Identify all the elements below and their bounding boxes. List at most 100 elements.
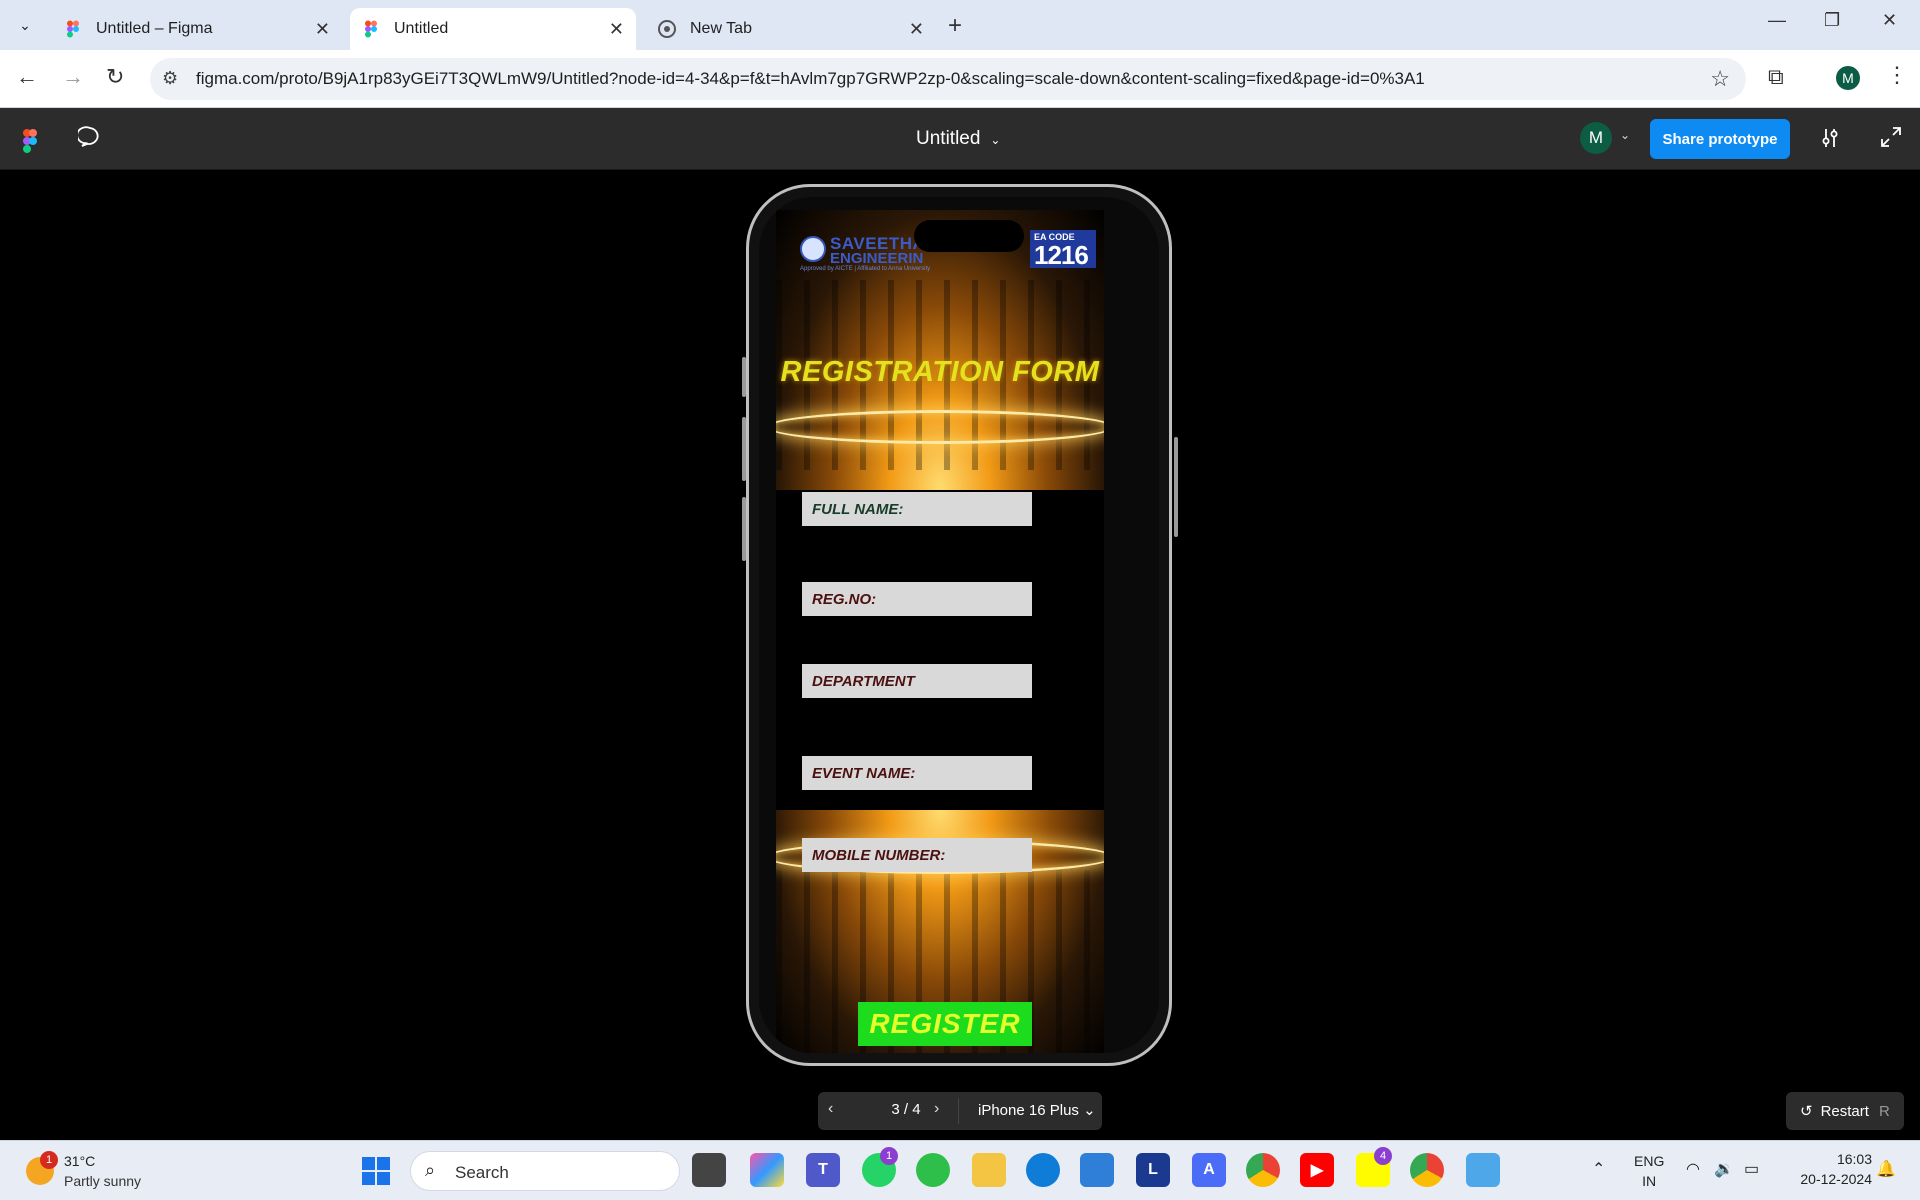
tab-new-tab[interactable]: New Tab ✕ [646, 8, 936, 50]
user-avatar[interactable]: M [1580, 122, 1612, 154]
wifi-icon[interactable]: ◠ [1686, 1159, 1700, 1179]
phone-frame: SAVEETHA ENGINEERIN Approved by AICTE | … [742, 184, 1178, 1066]
url-text: figma.com/proto/B9jA1rp83yGEi7T3QWLmW9/U… [196, 69, 1425, 88]
launcher-l-icon[interactable]: L [1136, 1153, 1170, 1187]
chevron-down-icon: ⌄ [1083, 1102, 1096, 1119]
close-icon[interactable]: ✕ [609, 19, 624, 40]
reload-button[interactable]: ↻ [106, 64, 124, 90]
clock-date: 20-12-2024 [1800, 1171, 1872, 1187]
chevron-left-icon[interactable]: ‹ [828, 1100, 833, 1118]
notification-bell-icon[interactable]: 🔔 [1876, 1159, 1896, 1179]
chrome-icon[interactable] [1246, 1153, 1280, 1187]
back-button[interactable]: ← [16, 64, 38, 90]
restart-button[interactable]: ↺ Restart R [1786, 1092, 1904, 1130]
share-prototype-button[interactable]: Share prototype [1650, 119, 1790, 159]
battery-icon[interactable]: ▭ [1744, 1159, 1759, 1179]
tab-search-button[interactable]: ⌄ [10, 12, 40, 38]
lang-line1: ENG [1634, 1153, 1665, 1169]
college-seal-icon [800, 236, 826, 262]
microsoft-store-icon[interactable] [1080, 1153, 1114, 1187]
browser-menu-icon[interactable]: ⋮ [1886, 62, 1908, 88]
sync-app-icon[interactable] [916, 1153, 950, 1187]
close-icon[interactable]: ✕ [315, 19, 330, 40]
phone-bezel: SAVEETHA ENGINEERIN Approved by AICTE | … [759, 197, 1159, 1053]
file-title[interactable]: Untitled ⌄ [916, 128, 1000, 150]
taskbar-search[interactable]: ⌕ Search [410, 1151, 680, 1191]
weather-temp: 31°C [64, 1153, 96, 1169]
tab-untitled[interactable]: Untitled ✕ [350, 8, 636, 50]
search-placeholder: Search [455, 1163, 509, 1182]
logo-line2: ENGINEERIN [830, 250, 924, 267]
language-indicator[interactable]: ENG IN [1634, 1151, 1664, 1191]
tray-chevron-up-icon[interactable]: ⌃ [1592, 1159, 1605, 1179]
phone-screen: SAVEETHA ENGINEERIN Approved by AICTE | … [776, 210, 1104, 1053]
weather-condition: Partly sunny [64, 1173, 142, 1189]
snapchat-badge: 4 [1374, 1147, 1392, 1165]
whatsapp-badge: 1 [880, 1147, 898, 1165]
registration-heading: REGISTRATION FORM [780, 356, 1100, 388]
chevron-down-icon[interactable]: ⌄ [1620, 128, 1630, 142]
chrome-profile-icon[interactable] [1410, 1153, 1444, 1187]
tab-strip: ⌄ Untitled – Figma ✕ Untitled ✕ New Tab … [0, 0, 1920, 50]
lang-line2: IN [1642, 1173, 1657, 1189]
glow-ring-top [776, 410, 1104, 444]
new-tab-button[interactable]: + [948, 12, 962, 40]
close-window-button[interactable]: ✕ [1882, 10, 1897, 31]
windows-start-icon[interactable] [360, 1155, 392, 1187]
page-counter: 3 / 4 [891, 1101, 921, 1118]
site-info-icon[interactable]: ⚙ [162, 68, 178, 89]
phone-volume-up [742, 417, 746, 481]
clock-time: 16:03 [1836, 1151, 1872, 1167]
arc-app-icon[interactable]: A [1192, 1153, 1226, 1187]
register-button[interactable]: REGISTER [858, 1002, 1032, 1046]
restart-shortcut: R [1878, 1102, 1890, 1120]
phone-power-button [1174, 437, 1178, 537]
prototype-canvas: SAVEETHA ENGINEERIN Approved by AICTE | … [0, 170, 1920, 1140]
full-name-field[interactable]: FULL NAME: [802, 492, 1032, 526]
minimize-button[interactable]: — [1768, 10, 1786, 31]
notepad-icon[interactable] [1466, 1153, 1500, 1187]
file-explorer-dark-icon[interactable] [692, 1153, 726, 1187]
copilot-icon[interactable] [750, 1153, 784, 1187]
browser-chrome: ⌄ Untitled – Figma ✕ Untitled ✕ New Tab … [0, 0, 1920, 108]
extensions-icon[interactable]: ⧉ [1768, 64, 1784, 90]
settings-sliders-icon[interactable] [1818, 126, 1842, 150]
comment-icon[interactable] [76, 125, 102, 149]
close-icon[interactable]: ✕ [909, 19, 924, 40]
mobile-number-field[interactable]: MOBILE NUMBER: [802, 838, 1032, 872]
figma-icon [362, 20, 380, 38]
device-name: iPhone 16 Plus [978, 1102, 1079, 1119]
tab-title: New Tab [690, 20, 752, 37]
restart-label: Restart [1820, 1102, 1869, 1120]
address-bar: ← → ↻ ⚙ figma.com/proto/B9jA1rp83yGEi7T3… [0, 50, 1920, 108]
figma-logo-icon[interactable] [22, 129, 38, 153]
teams-icon[interactable]: T [806, 1153, 840, 1187]
volume-icon[interactable]: 🔉 [1714, 1159, 1734, 1179]
edge-icon[interactable] [1026, 1153, 1060, 1187]
weather-widget[interactable]: 1 31°C Partly sunny [20, 1149, 200, 1193]
tab-title: Untitled [394, 20, 449, 37]
dynamic-island [914, 220, 1024, 252]
weather-badge: 1 [40, 1151, 58, 1169]
file-explorer-icon[interactable] [972, 1153, 1006, 1187]
expand-icon[interactable] [1880, 126, 1902, 148]
forward-button[interactable]: → [62, 64, 84, 90]
chevron-right-icon[interactable]: › [934, 1100, 939, 1118]
youtube-icon[interactable]: ▶ [1300, 1153, 1334, 1187]
logo-subtitle: Approved by AICTE | Affiliated to Anna U… [800, 266, 931, 272]
chrome-icon [658, 20, 676, 38]
tab-figma[interactable]: Untitled – Figma ✕ [52, 8, 342, 50]
bookmark-star-icon[interactable]: ☆ [1710, 66, 1730, 92]
phone-volume-down [742, 497, 746, 561]
event-name-field[interactable]: EVENT NAME: [802, 756, 1032, 790]
url-field[interactable]: ⚙ figma.com/proto/B9jA1rp83yGEi7T3QWLmW9… [150, 58, 1746, 100]
reg-no-field[interactable]: REG.NO: [802, 582, 1032, 616]
device-selector[interactable]: iPhone 16 Plus ⌄ [978, 1101, 1096, 1119]
restore-button[interactable]: ❐ [1824, 10, 1840, 31]
department-field[interactable]: DEPARTMENT [802, 664, 1032, 698]
profile-avatar[interactable]: M [1836, 66, 1860, 90]
figma-toolbar: Untitled ⌄ M ⌄ Share prototype [0, 108, 1920, 170]
restart-icon: ↺ [1800, 1103, 1813, 1120]
counselling-code-badge: EA CODE 1216 [1030, 230, 1096, 270]
system-clock[interactable]: 16:03 20-12-2024 [1786, 1149, 1872, 1189]
